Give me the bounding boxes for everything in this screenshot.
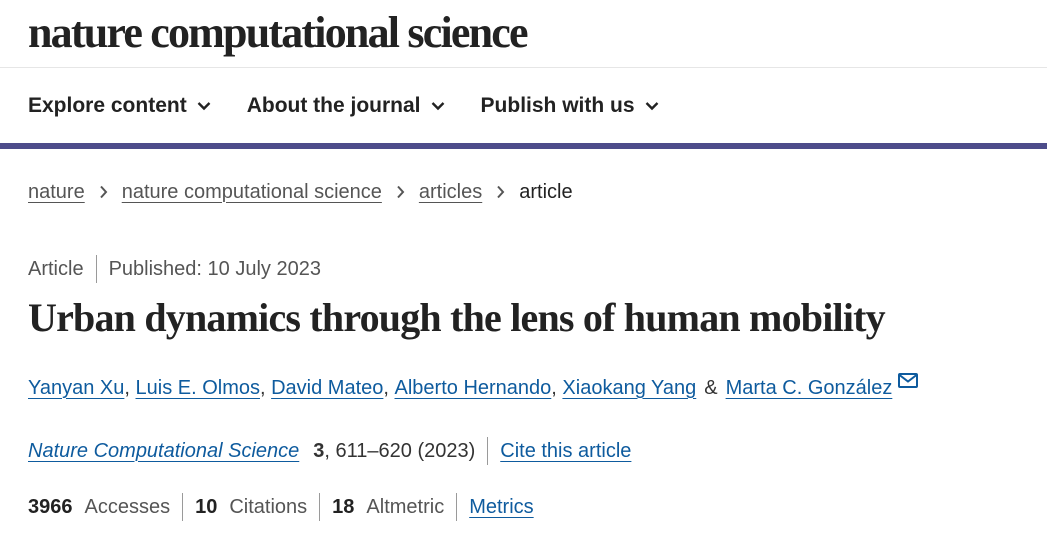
- nav-publish-with-us-label: Publish with us: [480, 94, 635, 117]
- citation-line: Nature Computational Science 3 , 611–620…: [28, 435, 631, 467]
- masthead-divider: [0, 67, 1047, 68]
- metrics-divider: [319, 493, 321, 521]
- main-nav: Explore content About the journal Publis…: [28, 78, 695, 134]
- pages-year: , 611–620 (2023): [324, 439, 476, 462]
- metrics-divider: [456, 493, 458, 521]
- author-ampersand: &: [704, 376, 718, 399]
- chevron-down-icon: [197, 101, 211, 111]
- chevron-right-icon: [396, 185, 405, 199]
- author-link[interactable]: David Mateo: [271, 377, 383, 400]
- chevron-right-icon: [99, 185, 108, 199]
- cite-this-article-link[interactable]: Cite this article: [500, 440, 631, 463]
- nav-about-journal[interactable]: About the journal: [247, 94, 445, 118]
- nav-accent-bar: [0, 143, 1047, 149]
- masthead: nature computational science: [28, 0, 529, 66]
- author-list: Yanyan Xu, Luis E. Olmos, David Mateo, A…: [28, 372, 919, 403]
- volume: 3: [313, 439, 325, 462]
- author-link[interactable]: Xiaokang Yang: [562, 377, 696, 400]
- breadcrumb: nature nature computational science arti…: [28, 176, 573, 208]
- author-separator: ,: [259, 376, 266, 399]
- article-title: Urban dynamics through the lens of human…: [28, 295, 886, 340]
- chevron-down-icon: [431, 101, 445, 111]
- breadcrumb-journal[interactable]: nature computational science: [122, 181, 382, 204]
- journal-logo[interactable]: nature computational science: [28, 11, 529, 55]
- nav-explore-content-label: Explore content: [28, 94, 187, 117]
- metrics-divider: [182, 493, 184, 521]
- article-meta: Article Published: 10 July 2023: [28, 254, 321, 284]
- breadcrumb-nature[interactable]: nature: [28, 181, 85, 204]
- author-link[interactable]: Marta C. González: [726, 377, 893, 400]
- citation-divider: [487, 437, 489, 465]
- altmetric-count: 18: [332, 495, 355, 518]
- altmetric-label: Altmetric: [366, 495, 445, 518]
- accesses-count: 3966: [28, 495, 73, 518]
- author-separator: ,: [383, 376, 389, 399]
- author-link[interactable]: Alberto Hernando: [395, 377, 552, 400]
- citations-label: Citations: [229, 495, 308, 518]
- published-date: Published: 10 July 2023: [108, 257, 321, 280]
- breadcrumb-articles[interactable]: articles: [419, 181, 482, 204]
- chevron-down-icon: [645, 101, 659, 111]
- citations-count: 10: [195, 495, 218, 518]
- meta-divider: [95, 255, 97, 283]
- journal-link[interactable]: Nature Computational Science: [28, 440, 299, 463]
- nav-explore-content[interactable]: Explore content: [28, 94, 211, 118]
- author-separator: ,: [124, 376, 130, 399]
- article-type: Article: [28, 257, 84, 280]
- author-link[interactable]: Luis E. Olmos: [136, 377, 260, 400]
- breadcrumb-current: article: [519, 180, 573, 203]
- nav-about-journal-label: About the journal: [246, 94, 421, 117]
- article-metrics: 3966 Accesses 10 Citations 18 Altmetric …: [28, 491, 534, 523]
- author-separator: ,: [551, 376, 557, 399]
- author-link[interactable]: Yanyan Xu: [28, 377, 124, 400]
- mail-icon[interactable]: [898, 372, 919, 388]
- nav-publish-with-us[interactable]: Publish with us: [481, 94, 659, 118]
- chevron-right-icon: [496, 185, 505, 199]
- accesses-label: Accesses: [84, 495, 171, 518]
- metrics-link[interactable]: Metrics: [469, 496, 533, 519]
